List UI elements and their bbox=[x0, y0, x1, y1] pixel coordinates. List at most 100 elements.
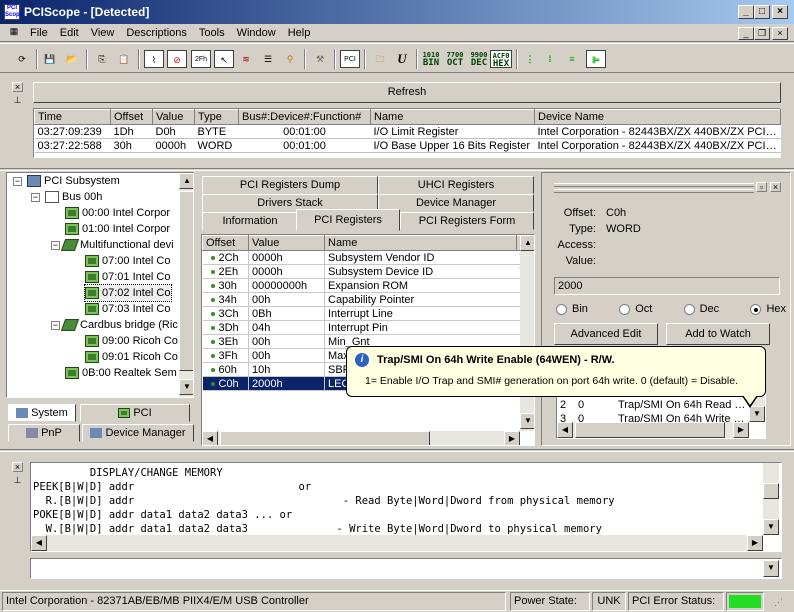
add-to-watch-button[interactable]: Add to Watch bbox=[666, 323, 770, 345]
italic-u-icon[interactable]: U bbox=[392, 50, 412, 68]
hex-format-button[interactable]: ACF0 HEX bbox=[490, 50, 512, 69]
col-value[interactable]: Value bbox=[248, 235, 325, 251]
tree-item[interactable]: 00:00 Intel Corpor bbox=[65, 205, 170, 221]
table-row[interactable]: 03:27:22:588 30h 0000h WORD 00:01:00 I/O… bbox=[34, 139, 781, 153]
col-value[interactable]: Value bbox=[152, 109, 195, 125]
value-input[interactable]: 2000 bbox=[554, 277, 780, 295]
collapse-icon[interactable]: − bbox=[13, 177, 22, 186]
tab-uhci-registers[interactable]: UHCI Registers bbox=[378, 176, 534, 194]
console-close-icon[interactable]: × bbox=[12, 462, 23, 472]
table-row[interactable]: 34h 00h Capability Pointer bbox=[202, 292, 531, 307]
resize-grip-icon[interactable]: ⋰ bbox=[774, 597, 783, 608]
tree-item[interactable]: 09:00 Ricoh Co bbox=[85, 333, 178, 349]
minimize-button[interactable]: _ bbox=[738, 5, 754, 19]
tree-item[interactable]: 0B:00 Realtek Sem bbox=[65, 365, 177, 381]
scroll-left-icon[interactable]: ◀ bbox=[202, 431, 218, 445]
save-icon[interactable]: 💾 bbox=[40, 50, 60, 68]
col-device-name[interactable]: Device Name bbox=[534, 109, 781, 125]
col-offset[interactable]: Offset bbox=[110, 109, 153, 125]
tool-icon[interactable]: ⚒ bbox=[310, 50, 330, 68]
tree-item[interactable]: 01:00 Intel Corpor bbox=[65, 221, 170, 237]
compare-icon[interactable]: ☰ bbox=[258, 50, 278, 68]
col-name[interactable]: Name bbox=[324, 235, 517, 251]
close-button[interactable]: × bbox=[772, 5, 788, 19]
scroll-up-icon[interactable]: ▲ bbox=[179, 173, 193, 189]
dec-format-button[interactable]: 9900 DEC bbox=[468, 50, 490, 68]
mdi-restore-button[interactable]: ❐ bbox=[754, 27, 770, 40]
splitter[interactable] bbox=[0, 168, 794, 171]
mdi-close-button[interactable]: × bbox=[772, 27, 788, 40]
tab-pci-registers[interactable]: PCI Registers bbox=[296, 209, 400, 231]
scroll-thumb[interactable] bbox=[179, 191, 193, 371]
copy-icon[interactable]: ⎘ bbox=[92, 50, 112, 68]
mdi-minimize-button[interactable]: _ bbox=[738, 27, 754, 40]
title-bar[interactable]: PCI Scope PCIScope - [Detected] _ □ × bbox=[0, 0, 794, 24]
scroll-up-icon[interactable]: ▲ bbox=[520, 235, 534, 251]
bit-view-3-icon[interactable]: ≡ bbox=[562, 50, 582, 68]
scroll-thumb[interactable] bbox=[575, 422, 725, 438]
registers-hscroll[interactable]: ◀ ▶ bbox=[202, 431, 520, 445]
tree-item[interactable]: 07:03 Intel Co bbox=[85, 301, 171, 317]
tree-scrollbar[interactable]: ▲ ▼ bbox=[179, 173, 193, 397]
panel-grip[interactable] bbox=[554, 189, 754, 193]
folder-icon[interactable]: 🗀 bbox=[370, 50, 390, 68]
tab-pci-registers-form[interactable]: PCI Registers Form bbox=[400, 212, 534, 230]
col-time[interactable]: Time bbox=[34, 109, 111, 125]
search-icon[interactable]: ⚲ bbox=[280, 50, 300, 68]
tab-pci-registers-dump[interactable]: PCI Registers Dump bbox=[202, 176, 378, 194]
panel-close-icon[interactable]: × bbox=[770, 182, 781, 192]
collapse-icon[interactable]: − bbox=[51, 241, 60, 250]
panel-grip[interactable] bbox=[554, 183, 754, 187]
panel-float-icon[interactable]: ▫ bbox=[756, 182, 767, 192]
tab-device-manager-info[interactable]: Device Manager bbox=[378, 194, 534, 212]
dump-icon[interactable]: ≋ bbox=[236, 50, 256, 68]
scroll-thumb[interactable] bbox=[763, 483, 779, 499]
table-row[interactable]: 03:27:09:239 1Dh D0h BYTE 00:01:00 I/O L… bbox=[34, 125, 781, 139]
pci-reg-icon[interactable]: 2Fh bbox=[191, 50, 211, 68]
monitor-icon[interactable]: ⌇ bbox=[144, 50, 164, 68]
col-name[interactable]: Name bbox=[370, 109, 535, 125]
open-icon[interactable]: 📂 bbox=[62, 50, 82, 68]
tree-bus[interactable]: Bus 00h bbox=[45, 189, 102, 205]
dropdown-arrow-icon[interactable]: ▼ bbox=[763, 560, 779, 577]
command-combo[interactable]: ▼ bbox=[30, 558, 782, 579]
tab-pci[interactable]: PCI bbox=[80, 404, 190, 422]
console-hscroll[interactable]: ◀ ▶ bbox=[31, 535, 763, 551]
tree-item[interactable]: 07:01 Intel Co bbox=[85, 269, 171, 285]
scroll-thumb[interactable] bbox=[220, 431, 430, 445]
col-offset[interactable]: Offset bbox=[202, 235, 249, 251]
stop-icon[interactable]: ⊘ bbox=[167, 50, 187, 68]
tree-item[interactable]: Cardbus bridge (Ric bbox=[60, 317, 178, 333]
scroll-right-icon[interactable]: ▶ bbox=[733, 422, 749, 438]
registers-vscroll[interactable]: ▲ ▼ bbox=[520, 235, 534, 431]
refresh-icon[interactable]: ⟳ bbox=[12, 50, 32, 68]
table-row[interactable]: 3Dh 04h Interrupt Pin bbox=[202, 320, 531, 335]
table-row[interactable]: 2 0 Trap/SMI On 64h Read Enab bbox=[557, 398, 749, 412]
radio-oct[interactable]: Oct bbox=[619, 303, 652, 315]
console-pin-icon[interactable]: ⊥ bbox=[12, 476, 23, 486]
col-bdf[interactable]: Bus#:Device#:Function# bbox=[238, 109, 371, 125]
menu-edit[interactable]: Edit bbox=[54, 27, 85, 39]
tab-system[interactable]: System bbox=[8, 404, 76, 422]
advanced-edit-button[interactable]: Advanced Edit bbox=[554, 323, 658, 345]
menu-window[interactable]: Window bbox=[231, 27, 282, 39]
tab-pnp[interactable]: PnP bbox=[8, 424, 80, 442]
bin-format-button[interactable]: 1010 BIN bbox=[420, 50, 442, 68]
paste-icon[interactable]: 📋 bbox=[114, 50, 134, 68]
cursor-icon[interactable]: ↖ bbox=[214, 50, 234, 68]
radio-hex[interactable]: Hex bbox=[750, 303, 786, 315]
radio-bin[interactable]: Bin bbox=[556, 303, 588, 315]
col-type[interactable]: Type bbox=[194, 109, 239, 125]
table-row[interactable]: 3Ch 0Bh Interrupt Line bbox=[202, 306, 531, 321]
scroll-left-icon[interactable]: ◀ bbox=[31, 535, 47, 551]
scroll-down-icon[interactable]: ▼ bbox=[520, 413, 534, 429]
table-row[interactable]: 30h00000000hExpansion ROMD bbox=[202, 278, 531, 293]
tree-item[interactable]: 07:00 Intel Co bbox=[85, 253, 171, 269]
scroll-left-icon[interactable]: ◀ bbox=[557, 422, 573, 438]
bits-hscroll[interactable]: ◀ ▶ bbox=[557, 422, 749, 438]
tree-item[interactable]: Multifunctional devi bbox=[60, 237, 174, 253]
scroll-down-icon[interactable]: ▼ bbox=[749, 406, 765, 422]
mdi-child-icon[interactable]: ▦ bbox=[6, 26, 22, 40]
bit-view-2-icon[interactable]: ⁞ bbox=[540, 50, 560, 68]
radio-dec[interactable]: Dec bbox=[683, 303, 719, 315]
